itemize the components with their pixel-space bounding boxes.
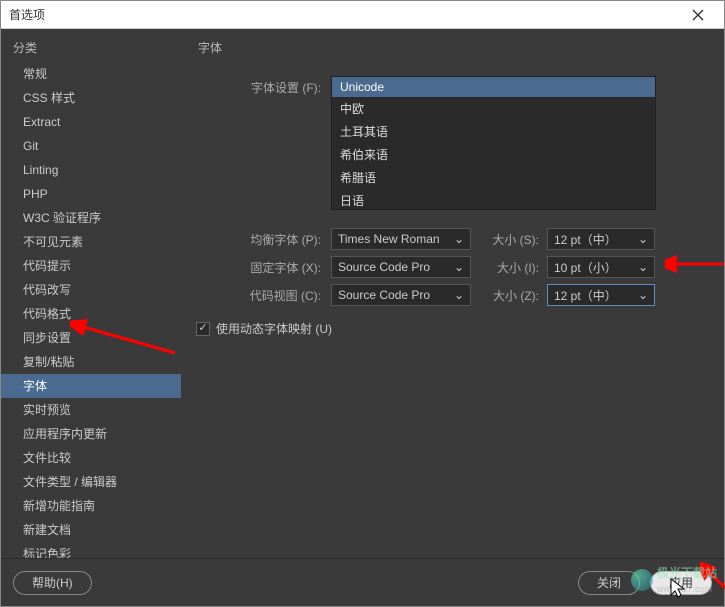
fixed-size-label: 大小 (I): [489,259,547,276]
code-font-label: 代码视图 (C): [196,287,331,304]
proportional-font-row: 均衡字体 (P): Times New Roman ⌄ 大小 (S): 12 p… [196,228,704,250]
titlebar: 首选项 [1,1,724,29]
fixed-font-select[interactable]: Source Code Pro ⌄ [331,256,471,278]
chevron-down-icon: ⌄ [454,288,464,302]
sidebar-item[interactable]: PHP [1,182,181,206]
sidebar-item[interactable]: 应用程序内更新 [1,422,181,446]
font-settings-row: 字体设置 (F): Unicode中欧土耳其语希伯来语希腊语日语韩鮮语 [196,76,704,210]
main-panel: 字体 字体设置 (F): Unicode中欧土耳其语希伯来语希腊语日语韩鮮语 均… [181,29,724,558]
code-size-value: 12 pt（中） [554,287,617,304]
dialog-body: 分类 常规CSS 样式ExtractGitLintingPHPW3C 验证程序不… [1,29,724,558]
sidebar-item[interactable]: Linting [1,158,181,182]
chevron-down-icon: ⌄ [638,232,648,246]
sidebar-item[interactable]: 标记色彩 [1,542,181,558]
chevron-down-icon: ⌄ [638,288,648,302]
fixed-font-label: 固定字体 (X): [196,259,331,276]
sidebar-item[interactable]: 字体 [1,374,181,398]
sidebar-item[interactable]: 新增功能指南 [1,494,181,518]
sidebar-item[interactable]: 常规 [1,62,181,86]
sidebar-item[interactable]: 文件类型 / 编辑器 [1,470,181,494]
proportional-font-value: Times New Roman [338,232,440,246]
chevron-down-icon: ⌄ [638,260,648,274]
listbox-item[interactable]: 日语 [332,189,655,210]
code-size-label: 大小 (Z): [489,287,547,304]
fixed-size-value: 10 pt（小） [554,259,617,276]
code-font-select[interactable]: Source Code Pro ⌄ [331,284,471,306]
listbox-item[interactable]: 土耳其语 [332,120,655,143]
proportional-font-select[interactable]: Times New Roman ⌄ [331,228,471,250]
close-icon [692,9,704,21]
dialog-footer: 帮助(H) 关闭 应用 [1,558,724,606]
font-settings-label: 字体设置 (F): [196,76,331,96]
listbox-item[interactable]: Unicode [332,77,655,97]
sidebar-item[interactable]: 文件比较 [1,446,181,470]
fixed-size-select[interactable]: 10 pt（小） ⌄ [547,256,655,278]
category-sidebar: 分类 常规CSS 样式ExtractGitLintingPHPW3C 验证程序不… [1,29,181,558]
proportional-size-select[interactable]: 12 pt（中） ⌄ [547,228,655,250]
sidebar-item[interactable]: 代码提示 [1,254,181,278]
fixed-font-value: Source Code Pro [338,260,430,274]
sidebar-header: 分类 [1,29,181,62]
apply-button[interactable]: 应用 [650,571,712,595]
sidebar-item[interactable]: 同步设置 [1,326,181,350]
sidebar-item[interactable]: 新建文档 [1,518,181,542]
close-button[interactable]: 关闭 [578,571,640,595]
preferences-window: 首选项 分类 常规CSS 样式ExtractGitLintingPHPW3C 验… [0,0,725,607]
sidebar-item[interactable]: W3C 验证程序 [1,206,181,230]
chevron-down-icon: ⌄ [454,232,464,246]
sidebar-item[interactable]: 代码改写 [1,278,181,302]
dynamic-mapping-row: 使用动态字体映射 (U) [196,320,704,337]
window-title: 首选项 [9,6,680,23]
sidebar-item[interactable]: 复制/粘贴 [1,350,181,374]
listbox-item[interactable]: 希伯来语 [332,143,655,166]
panel-title: 字体 [196,39,704,56]
sidebar-item[interactable]: 实时预览 [1,398,181,422]
fixed-font-row: 固定字体 (X): Source Code Pro ⌄ 大小 (I): 10 p… [196,256,704,278]
proportional-size-label: 大小 (S): [489,231,547,248]
code-font-value: Source Code Pro [338,288,430,302]
font-settings-listbox[interactable]: Unicode中欧土耳其语希伯来语希腊语日语韩鮮语 [331,76,656,210]
listbox-item[interactable]: 希腊语 [332,166,655,189]
sidebar-item[interactable]: 不可见元素 [1,230,181,254]
chevron-down-icon: ⌄ [454,260,464,274]
sidebar-item[interactable]: 代码格式 [1,302,181,326]
code-size-select[interactable]: 12 pt（中） ⌄ [547,284,655,306]
listbox-item[interactable]: 中欧 [332,97,655,120]
dynamic-mapping-label: 使用动态字体映射 (U) [216,320,332,337]
sidebar-item[interactable]: Git [1,134,181,158]
sidebar-item[interactable]: Extract [1,110,181,134]
dynamic-mapping-checkbox[interactable] [196,322,210,336]
help-button[interactable]: 帮助(H) [13,571,92,595]
category-list[interactable]: 常规CSS 样式ExtractGitLintingPHPW3C 验证程序不可见元… [1,62,181,558]
close-window-button[interactable] [680,2,716,28]
sidebar-item[interactable]: CSS 样式 [1,86,181,110]
proportional-font-label: 均衡字体 (P): [196,231,331,248]
code-font-row: 代码视图 (C): Source Code Pro ⌄ 大小 (Z): 12 p… [196,284,704,306]
proportional-size-value: 12 pt（中） [554,231,617,248]
